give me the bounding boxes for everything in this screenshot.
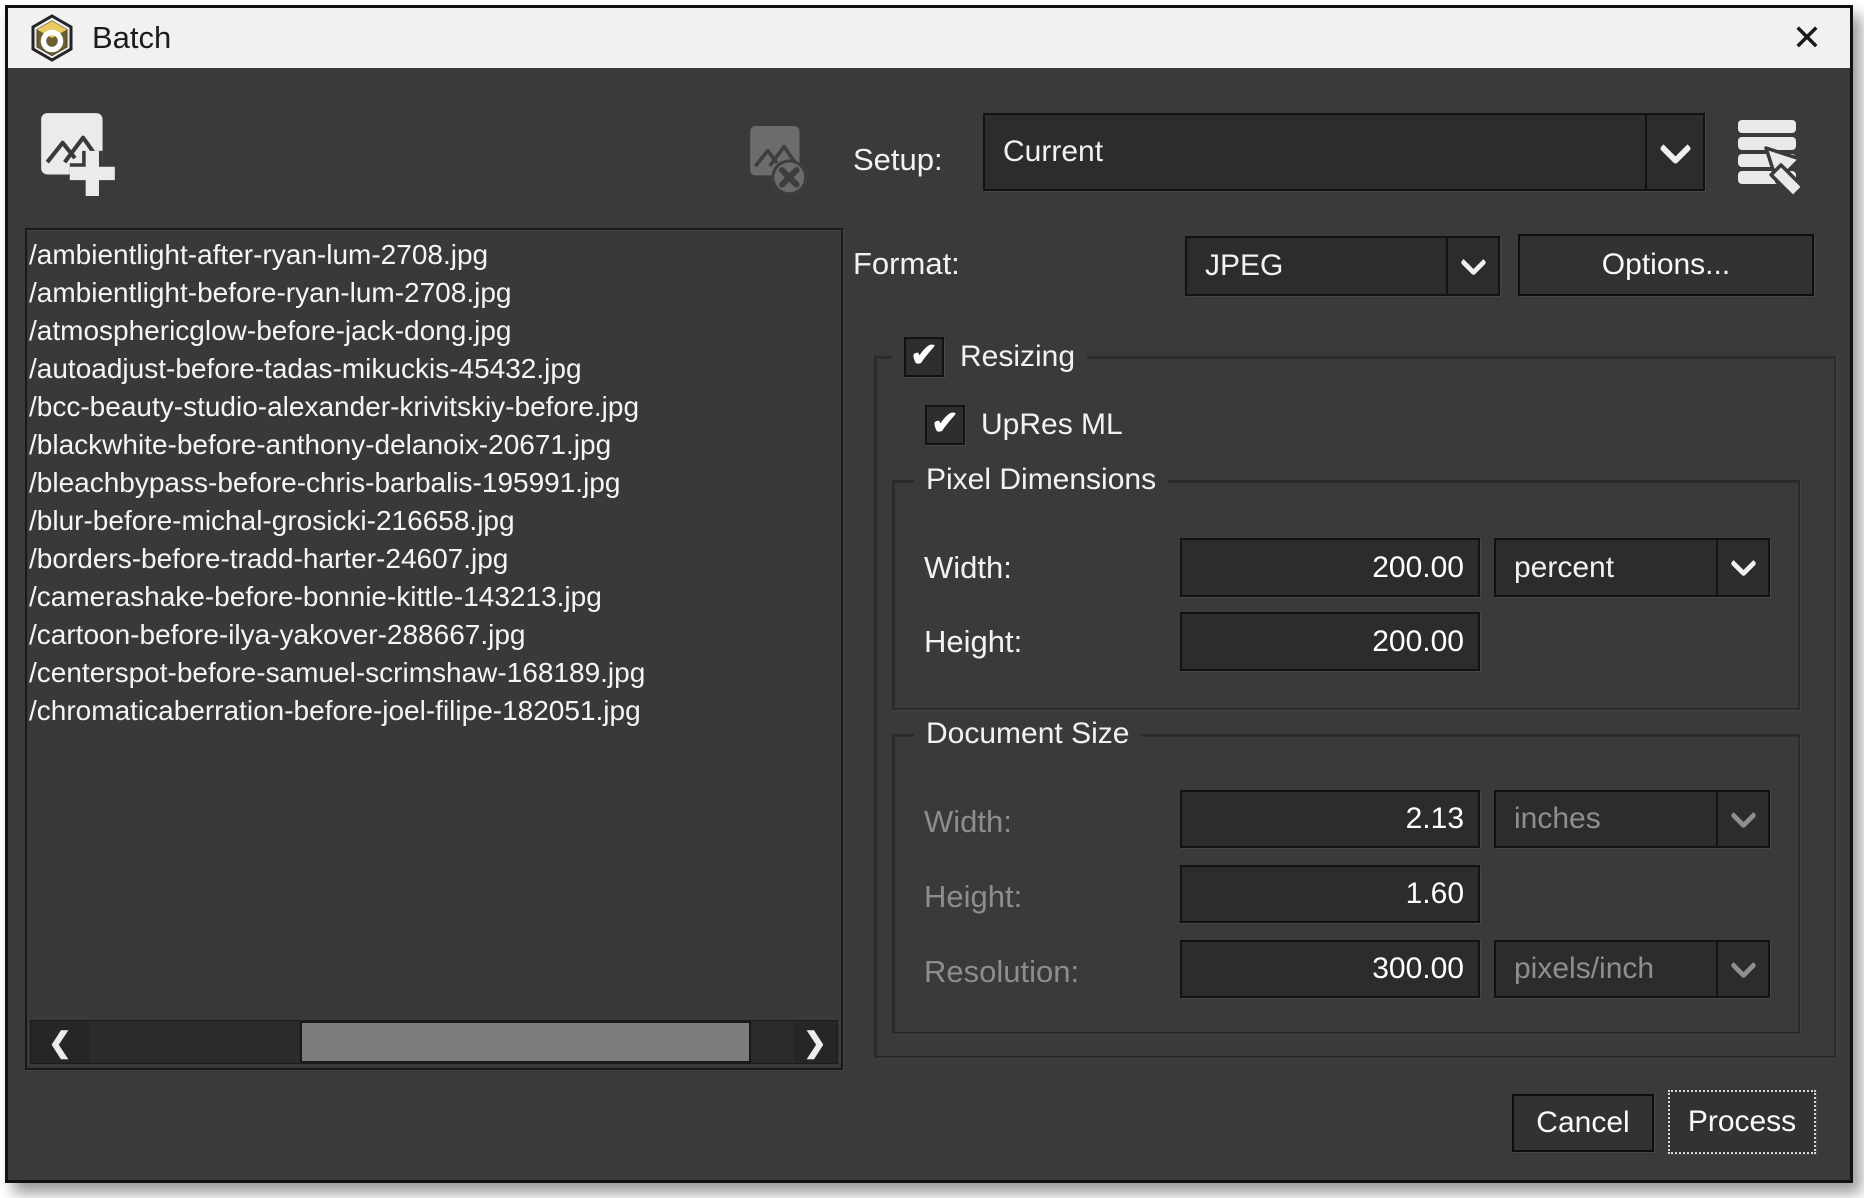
- list-item[interactable]: /camerashake-before-bonnie-kittle-143213…: [29, 578, 837, 616]
- checkmark-icon: ✔: [910, 338, 938, 371]
- dialog-content: Setup: Current /ambientlight-after-ryan-…: [8, 68, 1850, 1180]
- window-title: Batch: [92, 20, 171, 56]
- titlebar: Batch ✕: [8, 8, 1850, 68]
- file-list-items: /ambientlight-after-ryan-lum-2708.jpg/am…: [29, 236, 837, 730]
- pd-height-input[interactable]: 200.00: [1180, 612, 1480, 671]
- ds-height-label: Height:: [924, 879, 1022, 915]
- pd-width-unit-value: percent: [1496, 540, 1716, 595]
- list-item[interactable]: /autoadjust-before-tadas-mikuckis-45432.…: [29, 350, 837, 388]
- document-size-label: Document Size: [926, 717, 1129, 751]
- remove-images-icon: [748, 124, 810, 200]
- document-size-legend: Document Size: [914, 714, 1141, 754]
- app-logo-icon: [30, 14, 74, 62]
- process-button[interactable]: Process: [1668, 1090, 1816, 1154]
- ds-resolution-unit-value: pixels/inch: [1496, 942, 1716, 996]
- scrollbar-thumb[interactable]: [300, 1021, 751, 1063]
- list-item[interactable]: /blackwhite-before-anthony-delanoix-2067…: [29, 426, 837, 464]
- list-item[interactable]: /ambientlight-before-ryan-lum-2708.jpg: [29, 274, 837, 312]
- upres-ml-label: UpRes ML: [981, 408, 1123, 442]
- checkmark-icon: ✔: [931, 406, 959, 439]
- scrollbar-track[interactable]: [89, 1021, 793, 1063]
- list-item[interactable]: /ambientlight-after-ryan-lum-2708.jpg: [29, 236, 837, 274]
- add-images-icon[interactable]: [38, 110, 118, 198]
- upres-ml-row: ✔ UpRes ML: [913, 402, 1135, 448]
- list-item[interactable]: /cartoon-before-ilya-yakover-288667.jpg: [29, 616, 837, 654]
- chevron-down-icon: [1716, 792, 1768, 846]
- ds-resolution-label: Resolution:: [924, 954, 1079, 990]
- setup-select[interactable]: Current: [983, 113, 1705, 191]
- ds-width-unit-value: inches: [1496, 792, 1716, 846]
- close-icon[interactable]: ✕: [1786, 18, 1828, 58]
- list-item[interactable]: /bcc-beauty-studio-alexander-krivitskiy-…: [29, 388, 837, 426]
- list-item[interactable]: /borders-before-tradd-harter-24607.jpg: [29, 540, 837, 578]
- list-item[interactable]: /blur-before-michal-grosicki-216658.jpg: [29, 502, 837, 540]
- cancel-button[interactable]: Cancel: [1512, 1094, 1654, 1152]
- list-item[interactable]: /atmosphericglow-before-jack-dong.jpg: [29, 312, 837, 350]
- setup-label: Setup:: [853, 142, 943, 178]
- resizing-checkbox[interactable]: ✔: [904, 337, 944, 377]
- list-item[interactable]: /bleachbypass-before-chris-barbalis-1959…: [29, 464, 837, 502]
- ds-width-label: Width:: [924, 804, 1012, 840]
- scroll-right-icon[interactable]: ❯: [793, 1021, 837, 1063]
- ds-resolution-input: 300.00: [1180, 940, 1480, 998]
- pd-height-label: Height:: [924, 624, 1022, 660]
- chevron-down-icon: [1716, 942, 1768, 996]
- pd-width-unit-select[interactable]: percent: [1494, 538, 1770, 597]
- list-item[interactable]: /chromaticaberration-before-joel-filipe-…: [29, 692, 837, 730]
- resizing-legend: ✔ Resizing: [892, 334, 1087, 380]
- apply-preset-list-icon[interactable]: [1736, 118, 1816, 196]
- file-list[interactable]: /ambientlight-after-ryan-lum-2708.jpg/am…: [25, 228, 843, 1070]
- ds-width-input: 2.13: [1180, 790, 1480, 848]
- resizing-label: Resizing: [960, 340, 1075, 374]
- ds-height-input: 1.60: [1180, 865, 1480, 923]
- horizontal-scrollbar[interactable]: ❮ ❯: [30, 1020, 838, 1064]
- format-label: Format:: [853, 246, 960, 282]
- batch-dialog: Batch ✕ Setup: Current: [5, 5, 1853, 1183]
- format-options-button[interactable]: Options...: [1518, 234, 1814, 296]
- format-select[interactable]: JPEG: [1185, 236, 1500, 296]
- ds-width-unit-select: inches: [1494, 790, 1770, 848]
- pd-width-input[interactable]: 200.00: [1180, 538, 1480, 597]
- chevron-down-icon[interactable]: [1716, 540, 1768, 595]
- pixel-dimensions-label: Pixel Dimensions: [926, 463, 1156, 497]
- chevron-down-icon[interactable]: [1446, 238, 1498, 294]
- format-selected-value: JPEG: [1187, 238, 1446, 294]
- pixel-dimensions-legend: Pixel Dimensions: [914, 460, 1168, 500]
- scroll-left-icon[interactable]: ❮: [31, 1021, 89, 1063]
- screenshot-stage: Batch ✕ Setup: Current: [0, 0, 1864, 1198]
- chevron-down-icon[interactable]: [1645, 115, 1703, 189]
- upres-ml-checkbox[interactable]: ✔: [925, 405, 965, 445]
- setup-selected-value: Current: [985, 115, 1645, 189]
- list-item[interactable]: /centerspot-before-samuel-scrimshaw-1681…: [29, 654, 837, 692]
- ds-resolution-unit-select: pixels/inch: [1494, 940, 1770, 998]
- pd-width-label: Width:: [924, 550, 1012, 586]
